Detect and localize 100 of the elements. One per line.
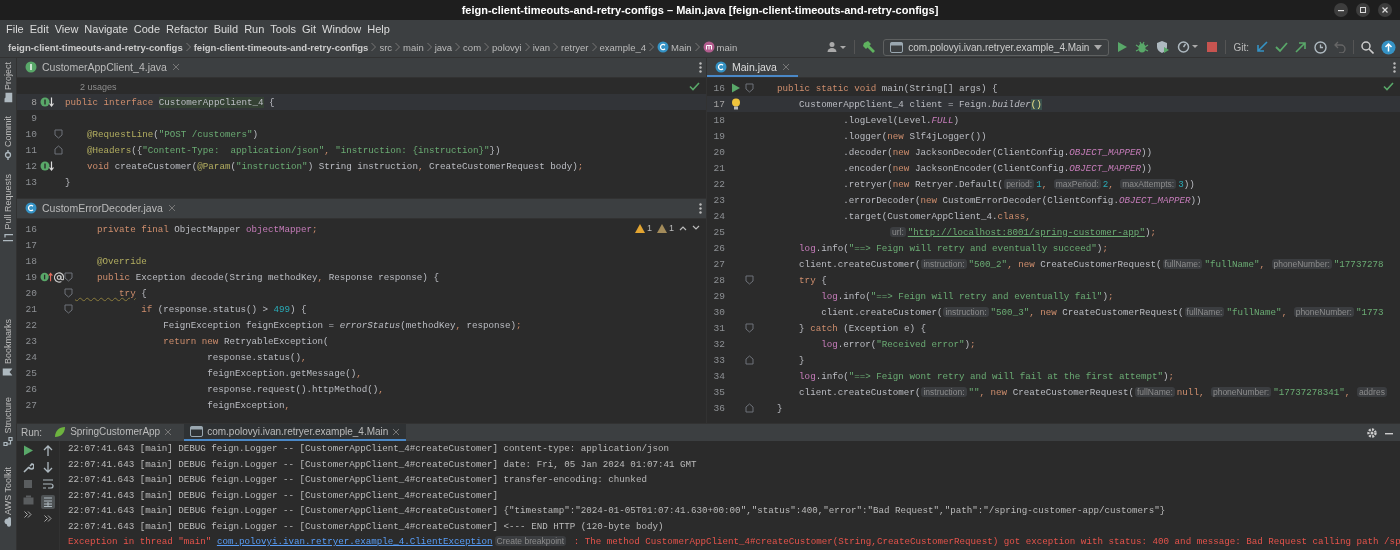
check-icon[interactable] [689,82,700,91]
breadcrumb[interactable]: Main [657,41,692,53]
menu-item[interactable]: Run [241,22,268,35]
breadcrumb[interactable]: main [702,41,738,53]
code-line: CustomerAppClient_4 client = Feign.builder() [798,98,1042,110]
scroll-to-end-icon[interactable] [41,495,55,509]
tool-window-button[interactable]: Project [0,62,16,102]
chevron-down-icon[interactable] [692,225,700,231]
menu-item[interactable]: Git [299,22,320,35]
menu-item[interactable]: Build [210,22,242,35]
check-icon[interactable] [1275,41,1288,53]
line-number: 18 [24,255,37,267]
profiler-icon[interactable] [1177,40,1200,54]
implemented-marker-icon[interactable] [40,160,54,172]
run-configuration-dropdown[interactable]: com.polovyi.ivan.retryer.example_4.Main [883,38,1110,56]
breadcrumb[interactable]: retryer [561,41,589,53]
chevron-right-icon [553,42,559,52]
breadcrumb[interactable]: feign-client-timeouts-and-retry-configs [8,41,183,53]
run-tab[interactable]: com.polovyi.ivan.retryer.example_4.Main [184,424,407,441]
line-number: 16 [24,223,37,235]
wrench-icon[interactable] [22,462,34,473]
breadcrumb[interactable]: ivan [532,41,551,53]
menu-item[interactable]: Edit [26,22,52,35]
lightbulb-icon[interactable] [731,98,741,110]
tool-window-button[interactable]: AWS Toolkit [0,467,16,526]
minimize-icon[interactable] [1334,3,1348,17]
bookmark-icon [3,367,13,377]
usages-hint[interactable]: 2 usages [80,82,117,92]
update-icon[interactable] [1381,39,1396,55]
stop-icon[interactable] [1206,41,1219,53]
menu-item[interactable]: Help [364,22,393,35]
fold-icon[interactable] [745,355,754,365]
settings-icon[interactable] [1366,426,1378,439]
coverage-icon[interactable] [1156,40,1171,54]
editor-tab[interactable]: CustomerAppClient_4.java [17,58,188,77]
soft-wrap-icon[interactable] [42,479,54,489]
line-number: 19 [712,130,725,142]
user-icon[interactable] [827,41,848,53]
editor-tab[interactable]: CustomErrorDecoder.java [17,199,184,218]
chevron-up-icon[interactable] [679,225,687,231]
close-icon[interactable] [1378,3,1392,17]
breadcrumb[interactable]: com [463,41,482,53]
breadcrumb[interactable]: polovyi [492,41,522,53]
breadcrumb[interactable]: main [403,41,424,53]
breadcrumb[interactable]: example_4 [599,41,646,53]
run-tab[interactable]: SpringCustomerApp [48,424,179,441]
menu-item[interactable]: Refactor [163,22,211,35]
breadcrumb[interactable]: java [434,41,453,53]
menu-item[interactable]: Navigate [81,22,131,35]
arrow-up-icon[interactable] [43,445,53,456]
menu-item[interactable]: Tools [267,22,299,35]
cloud-icon [4,517,12,527]
code-line: feignException.getMessage(), [206,367,362,379]
hammer-icon[interactable] [862,40,877,54]
menu-item[interactable]: View [51,22,82,35]
more-options-icon[interactable] [699,203,702,214]
arrow-down-left-icon[interactable] [1256,41,1268,53]
tool-window-button[interactable]: Commit [0,116,16,160]
override-marker-icon[interactable] [40,271,53,283]
line-number: 30 [712,306,725,318]
tool-window-button[interactable]: Structure [0,397,16,447]
chevron-double-right-icon[interactable] [24,511,32,518]
annotation-marker-icon[interactable] [53,271,64,283]
exception-link[interactable]: com.polovyi.ivan.retryer.example_4.ClientException [216,536,493,547]
tool-window-button[interactable]: Bookmarks [0,319,16,378]
code-line: response.status(), [206,351,307,363]
breadcrumb[interactable]: feign-client-timeouts-and-retry-configs [193,41,369,53]
arrow-down-icon[interactable] [43,462,53,473]
menu-item[interactable]: Window [319,22,365,35]
menu-item[interactable]: File [3,22,27,35]
menu-item[interactable]: Code [130,22,164,35]
fold-icon[interactable] [745,83,754,93]
line-number: 32 [712,338,725,350]
chevron-double-right-icon[interactable] [44,515,52,522]
more-options-icon[interactable] [699,62,702,73]
fold-icon[interactable] [745,403,754,413]
bug-icon[interactable] [1135,40,1150,54]
implemented-marker-icon[interactable] [40,96,54,108]
line-number: 21 [24,303,37,315]
code-line: .logLevel(Level.FULL) [842,114,959,126]
warning-count[interactable]: 1 [634,223,652,233]
search-icon[interactable] [1361,40,1374,54]
line-number: 27 [712,258,725,270]
maximize-icon[interactable] [1356,3,1370,17]
breadcrumb[interactable]: src [379,41,393,53]
warning-count[interactable]: 1 [657,223,674,233]
chevron-right-icon [591,42,597,52]
tool-window-button[interactable]: Pull Requests [0,174,16,243]
chevron-right-icon [524,42,530,52]
run-icon[interactable] [731,83,741,93]
run-icon[interactable] [1116,41,1129,53]
run-icon[interactable] [22,445,34,456]
chevron-right-icon [484,42,490,52]
check-icon[interactable] [1383,82,1394,91]
line-number: 25 [24,367,37,379]
clock-icon[interactable] [1314,40,1327,54]
more-options-icon[interactable] [1393,62,1396,73]
fold-icon[interactable] [745,323,754,333]
fold-icon[interactable] [745,275,754,285]
arrow-up-right-icon[interactable] [1295,41,1307,53]
